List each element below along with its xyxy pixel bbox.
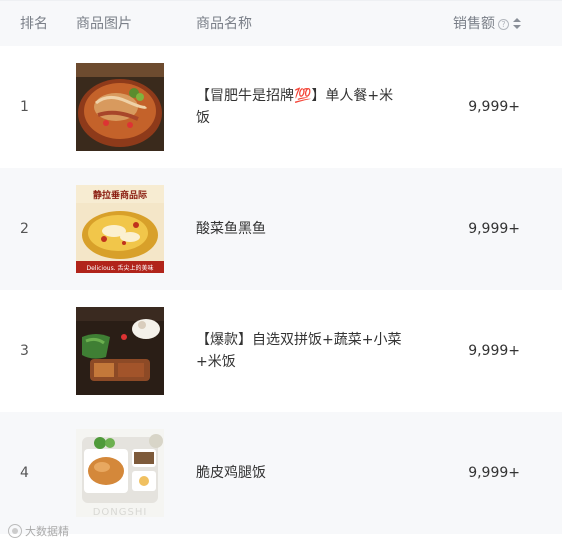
table-row: 4 DONGSHI 脆皮鸡腿饭 9,999+ xyxy=(0,412,562,534)
table-header: 排名 商品图片 商品名称 销售额? xyxy=(0,0,562,46)
product-image xyxy=(76,307,164,395)
product-name: 酸菜鱼黑鱼 xyxy=(196,221,266,237)
sales-amount: 9,999+ xyxy=(468,465,520,481)
sales-amount: 9,999+ xyxy=(468,99,520,115)
row-rank: 1 xyxy=(20,99,29,115)
watermark-text: 大数据精 xyxy=(25,525,69,538)
watermark: 大数据精 xyxy=(8,523,69,539)
product-image: DONGSHI xyxy=(76,429,164,517)
product-name: 脆皮鸡腿饭 xyxy=(196,465,266,481)
table-row: 3 【爆款】自选双拼饭+蔬菜+小菜+米饭 9,999+ xyxy=(0,290,562,412)
sales-amount: 9,999+ xyxy=(468,343,520,359)
watermark-logo-icon xyxy=(8,524,22,538)
help-icon[interactable]: ? xyxy=(498,18,509,30)
header-name: 商品名称 xyxy=(196,16,252,32)
row-rank: 2 xyxy=(20,221,29,237)
table-row: 2 静拉垂商品际 Delicious. 舌尖上的美味 酸菜鱼黑鱼 9,999+ xyxy=(0,168,562,290)
row-rank: 3 xyxy=(20,343,29,359)
product-name: 【冒肥牛是招牌💯】单人餐+米饭 xyxy=(196,88,394,126)
image-caption-top: 静拉垂商品际 xyxy=(93,189,147,201)
header-sales[interactable]: 销售额? xyxy=(453,1,521,47)
header-rank: 排名 xyxy=(20,16,48,32)
sales-ranking-table: 排名 商品图片 商品名称 销售额? 1 【冒肥牛是招牌💯】单人餐+米饭 9,99… xyxy=(0,0,562,534)
sales-amount: 9,999+ xyxy=(468,221,520,237)
header-sales-label: 销售额 xyxy=(453,16,495,32)
image-caption-bottom: Delicious. 舌尖上的美味 xyxy=(86,264,153,272)
product-name: 【爆款】自选双拼饭+蔬菜+小菜+米饭 xyxy=(196,332,402,370)
row-rank: 4 xyxy=(20,465,29,481)
image-caption-dongshi: DONGSHI xyxy=(93,507,148,517)
header-image: 商品图片 xyxy=(76,16,132,32)
table-row: 1 【冒肥牛是招牌💯】单人餐+米饭 9,999+ xyxy=(0,46,562,168)
sort-icon[interactable] xyxy=(513,18,521,30)
product-image xyxy=(76,63,164,151)
product-image: 静拉垂商品际 Delicious. 舌尖上的美味 xyxy=(76,185,164,273)
